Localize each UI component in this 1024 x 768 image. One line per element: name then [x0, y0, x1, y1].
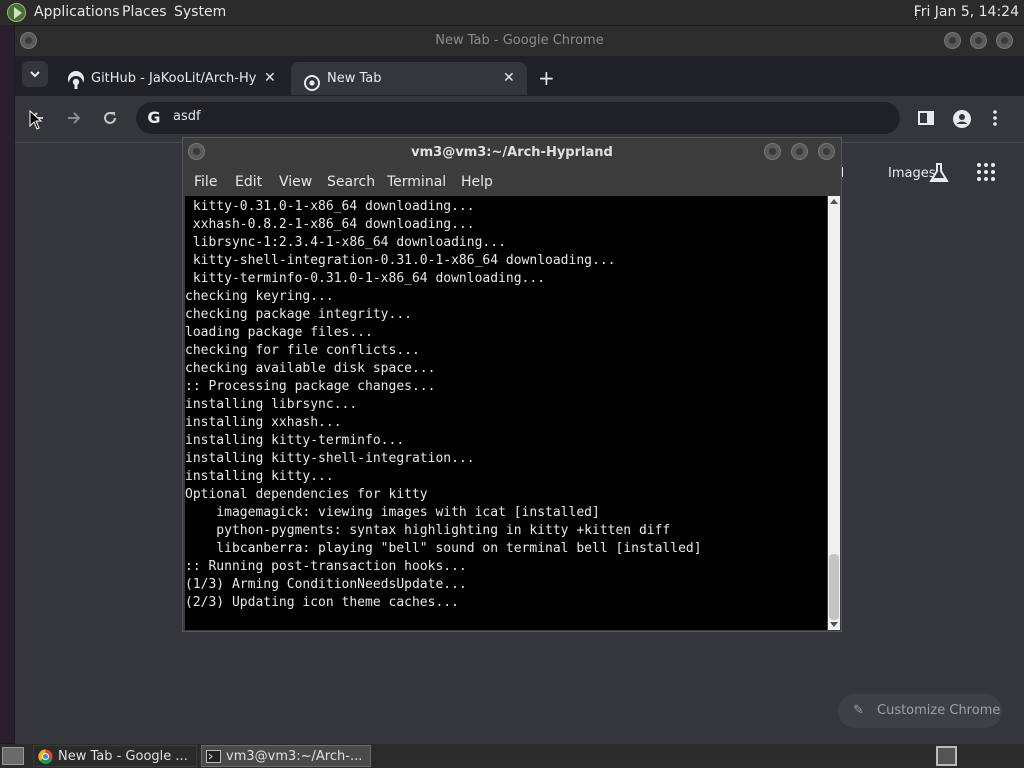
- taskbar-item-label: New Tab - Google ...: [58, 749, 188, 764]
- terminal-line: librsync-1:2.3.4-1-x86_64 downloading...: [185, 235, 506, 250]
- terminal-minimize-button[interactable]: [764, 143, 781, 160]
- terminal-line: :: Processing package changes...: [185, 379, 436, 394]
- terminal-line: checking available disk space...: [185, 361, 436, 376]
- scrollbar-thumb[interactable]: [829, 554, 839, 620]
- forward-arrow-icon[interactable]: [65, 109, 83, 131]
- terminal-line: :: Running post-transaction hooks...: [185, 559, 467, 574]
- terminal-line: kitty-terminfo-0.31.0-1-x86_64 downloadi…: [185, 271, 546, 286]
- github-icon: [68, 71, 84, 90]
- terminal-titlebar[interactable]: vm3@vm3:~/Arch-Hyprland: [183, 138, 841, 168]
- taskbar-item-terminal[interactable]: vm3@vm3:~/Arch-...: [201, 745, 371, 767]
- side-panel-icon[interactable]: [917, 109, 935, 131]
- terminal-output[interactable]: kitty-0.31.0-1-x86_64 downloading... xxh…: [185, 196, 827, 630]
- workspace-switcher[interactable]: [936, 746, 957, 766]
- desktop-left-edge: [0, 25, 14, 743]
- chrome-titlebar[interactable]: New Tab - Google Chrome: [15, 26, 1024, 56]
- mouse-pointer-icon: [29, 110, 43, 130]
- terminal-icon: [206, 750, 221, 763]
- kebab-menu-icon[interactable]: [991, 109, 999, 131]
- tab-label: New Tab: [327, 71, 382, 86]
- places-menu[interactable]: Places: [122, 4, 167, 20]
- menu-search[interactable]: Search: [327, 174, 375, 190]
- terminal-line: installing librsync...: [185, 397, 358, 412]
- terminal-line: imagemagick: viewing images with icat [i…: [185, 505, 600, 520]
- terminal-line: installing kitty-shell-integration...: [185, 451, 475, 466]
- terminal-menubar: File Edit View Search Terminal Help: [183, 168, 841, 196]
- tab-label: GitHub - JaKooLit/Arch-Hyprl: [91, 71, 257, 86]
- terminal-line: xxhash-0.8.2-1-x86_64 downloading...: [185, 217, 475, 232]
- taskbar-item-chrome[interactable]: New Tab - Google ...: [33, 745, 197, 767]
- taskbar: New Tab - Google ... vm3@vm3:~/Arch-...: [0, 744, 1024, 768]
- terminal-line: installing kitty...: [185, 469, 334, 484]
- terminal-close-button[interactable]: [818, 143, 835, 160]
- close-tab-icon[interactable]: ✕: [503, 62, 515, 95]
- terminal-scrollbar[interactable]: [828, 196, 840, 630]
- chrome-icon: [38, 749, 53, 764]
- scroll-up-arrow-icon[interactable]: [830, 199, 838, 204]
- terminal-line: (2/3) Updating icon theme caches...: [185, 595, 459, 610]
- google-icon: G: [147, 108, 161, 127]
- top-panel: Applications Places System Fri Jan 5, 14…: [0, 0, 1024, 25]
- minimize-button[interactable]: [944, 32, 961, 49]
- chrome-icon: [304, 71, 320, 91]
- clock[interactable]: Fri Jan 5, 14:24: [914, 4, 1019, 20]
- system-menu[interactable]: System: [174, 4, 226, 20]
- terminal-line: kitty-shell-integration-0.31.0-1-x86_64 …: [185, 253, 616, 268]
- terminal-line: (1/3) Arming ConditionNeedsUpdate...: [185, 577, 467, 592]
- distro-logo-icon[interactable]: [7, 3, 26, 22]
- terminal-line: installing xxhash...: [185, 415, 342, 430]
- close-window-button[interactable]: [996, 32, 1013, 49]
- terminal-line: libcanberra: playing "bell" sound on ter…: [185, 541, 702, 556]
- customize-chrome-button[interactable]: ✎ Customize Chrome: [838, 694, 1002, 728]
- menu-file[interactable]: File: [194, 174, 217, 190]
- tab-new-tab[interactable]: New Tab ✕: [291, 62, 527, 95]
- window-title: New Tab - Google Chrome: [435, 33, 604, 48]
- scroll-down-arrow-icon[interactable]: [830, 622, 838, 627]
- maximize-button[interactable]: [970, 32, 987, 49]
- terminal-line: kitty-0.31.0-1-x86_64 downloading...: [185, 199, 475, 214]
- profile-icon[interactable]: [952, 109, 972, 133]
- taskbar-item-label: vm3@vm3:~/Arch-...: [226, 749, 363, 764]
- chevron-down-icon: [30, 71, 40, 78]
- terminal-line: checking keyring...: [185, 289, 334, 304]
- omnibox[interactable]: G asdf: [136, 102, 900, 134]
- close-tab-icon[interactable]: ✕: [264, 62, 276, 95]
- terminal-line: Optional dependencies for kitty: [185, 487, 428, 502]
- terminal-window: vm3@vm3:~/Arch-Hyprland File Edit View S…: [182, 137, 842, 632]
- terminal-line: python-pygments: syntax highlighting in …: [185, 523, 671, 538]
- applications-menu[interactable]: Applications: [34, 4, 120, 20]
- tab-github[interactable]: GitHub - JaKooLit/Arch-Hyprl ✕: [55, 62, 288, 95]
- pencil-icon: ✎: [853, 703, 864, 718]
- customize-label: Customize Chrome: [877, 703, 1001, 718]
- terminal-line: installing kitty-terminfo...: [185, 433, 405, 448]
- window-menu-button[interactable]: [20, 32, 37, 49]
- menu-terminal[interactable]: Terminal: [387, 174, 446, 190]
- menu-help[interactable]: Help: [461, 174, 493, 190]
- new-tab-button[interactable]: +: [538, 62, 555, 95]
- terminal-maximize-button[interactable]: [791, 143, 808, 160]
- tab-search-button[interactable]: [22, 61, 48, 87]
- terminal-line: loading package files...: [185, 325, 373, 340]
- google-apps-icon[interactable]: [977, 163, 995, 181]
- omnibox-text[interactable]: asdf: [173, 109, 201, 124]
- menu-view[interactable]: View: [279, 174, 312, 190]
- terminal-line: checking package integrity...: [185, 307, 412, 322]
- labs-flask-icon[interactable]: [928, 162, 950, 189]
- terminal-line: checking for file conflicts...: [185, 343, 420, 358]
- menu-edit[interactable]: Edit: [235, 174, 262, 190]
- terminal-title: vm3@vm3:~/Arch-Hyprland: [411, 145, 613, 160]
- reload-icon[interactable]: [101, 109, 119, 131]
- show-desktop-button[interactable]: [2, 747, 24, 765]
